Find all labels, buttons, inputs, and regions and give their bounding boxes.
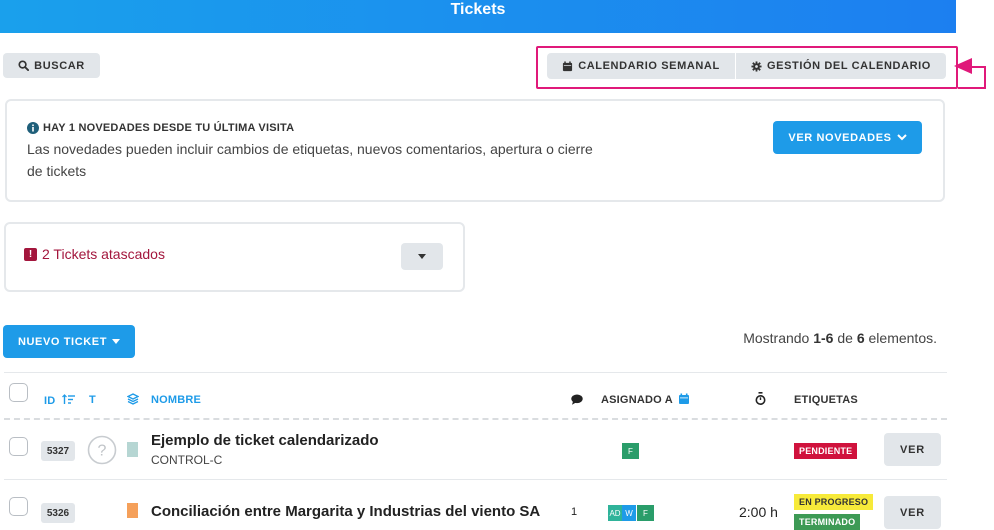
ticket-title[interactable]: Conciliación entre Margarita y Industria… — [151, 503, 540, 520]
view-news-label: VER NOVEDADES — [788, 131, 892, 144]
comment-count: 1 — [571, 506, 578, 518]
layers-icon — [127, 393, 139, 405]
caret-down-icon — [418, 254, 426, 259]
assignee-avatar[interactable]: F — [622, 443, 639, 459]
pagination-range: 1-6 — [813, 330, 834, 346]
assignee-avatar[interactable]: AD — [608, 505, 622, 521]
news-description: Las novedades pueden incluir cambios de … — [27, 141, 593, 179]
caret-down-icon — [112, 339, 121, 344]
pagination-prefix: Mostrando — [743, 330, 814, 346]
column-header-id-label: ID — [44, 395, 56, 407]
chevron-down-icon — [896, 134, 907, 141]
tag-in-progress[interactable]: EN PROGRESO — [794, 494, 874, 510]
column-header-id[interactable]: ID — [44, 394, 76, 407]
pagination-suffix: elementos. — [864, 330, 938, 346]
row-checkbox[interactable] — [9, 497, 28, 516]
stuck-tickets-toggle[interactable] — [401, 243, 443, 270]
ticket-color-marker — [127, 503, 138, 518]
column-header-name[interactable]: NOMBRE — [151, 394, 201, 406]
pagination-summary: Mostrando 1-6 de 6 elementos. — [743, 330, 937, 346]
info-circle-icon — [27, 122, 39, 134]
highlight-frame — [536, 46, 958, 89]
time-spent: 2:00 h — [739, 504, 778, 520]
view-ticket-button[interactable]: VER — [884, 496, 941, 529]
calendar-icon[interactable] — [678, 393, 690, 405]
arrow-left-icon — [954, 58, 972, 74]
question-circle-icon: ? — [87, 435, 117, 465]
annotation-arrow-line — [958, 87, 986, 89]
tag-pending[interactable]: PENDIENTE — [794, 443, 858, 459]
view-news-button[interactable]: VER NOVEDADES — [773, 121, 922, 154]
ticket-id-badge[interactable]: 5326 — [41, 503, 75, 523]
search-button-label: BUSCAR — [34, 59, 85, 72]
ticket-title[interactable]: Ejemplo de ticket calendarizado — [151, 432, 379, 449]
select-all-checkbox[interactable] — [9, 383, 28, 402]
column-header-tags: ETIQUETAS — [794, 394, 858, 406]
column-header-type[interactable]: T — [89, 394, 96, 406]
comment-icon — [571, 394, 583, 405]
sort-icon — [61, 394, 75, 404]
search-icon — [18, 60, 30, 71]
table-top-divider — [4, 372, 947, 373]
row-checkbox[interactable] — [9, 437, 28, 456]
pagination-total: 6 — [856, 330, 865, 346]
ticket-subtitle: CONTROL-C — [151, 453, 223, 467]
stuck-tickets-label: 2 Tickets atascados — [42, 246, 165, 262]
table-header-divider — [4, 418, 947, 420]
ticket-id-badge[interactable]: 5327 — [41, 441, 75, 461]
news-title-text: HAY 1 NOVEDADES DESDE TU ÚLTIMA VISITA — [43, 122, 295, 134]
stuck-tickets-alert[interactable]: ! 2 Tickets atascados — [24, 246, 165, 262]
annotation-arrow-line — [984, 66, 986, 88]
column-header-assigned: ASIGNADO A — [601, 394, 673, 406]
new-ticket-label: NUEVO TICKET — [17, 335, 108, 348]
assignee-avatar[interactable]: F — [637, 505, 654, 521]
page-header: Tickets — [0, 0, 956, 33]
search-button[interactable]: BUSCAR — [3, 53, 100, 78]
stopwatch-icon — [755, 392, 766, 405]
ticket-color-marker — [127, 442, 138, 457]
view-ticket-button[interactable]: VER — [884, 433, 941, 466]
exclamation-icon: ! — [24, 247, 37, 261]
pagination-middle: de — [833, 330, 857, 346]
news-title: HAY 1 NOVEDADES DESDE TU ÚLTIMA VISITA — [27, 122, 294, 134]
svg-text:?: ? — [98, 443, 107, 460]
page-title: Tickets — [450, 1, 506, 18]
row-divider — [4, 479, 947, 480]
assignee-avatar[interactable]: W — [622, 505, 636, 521]
tag-done[interactable]: TERMINADO — [794, 514, 861, 530]
new-ticket-button[interactable]: NUEVO TICKET — [3, 325, 135, 358]
